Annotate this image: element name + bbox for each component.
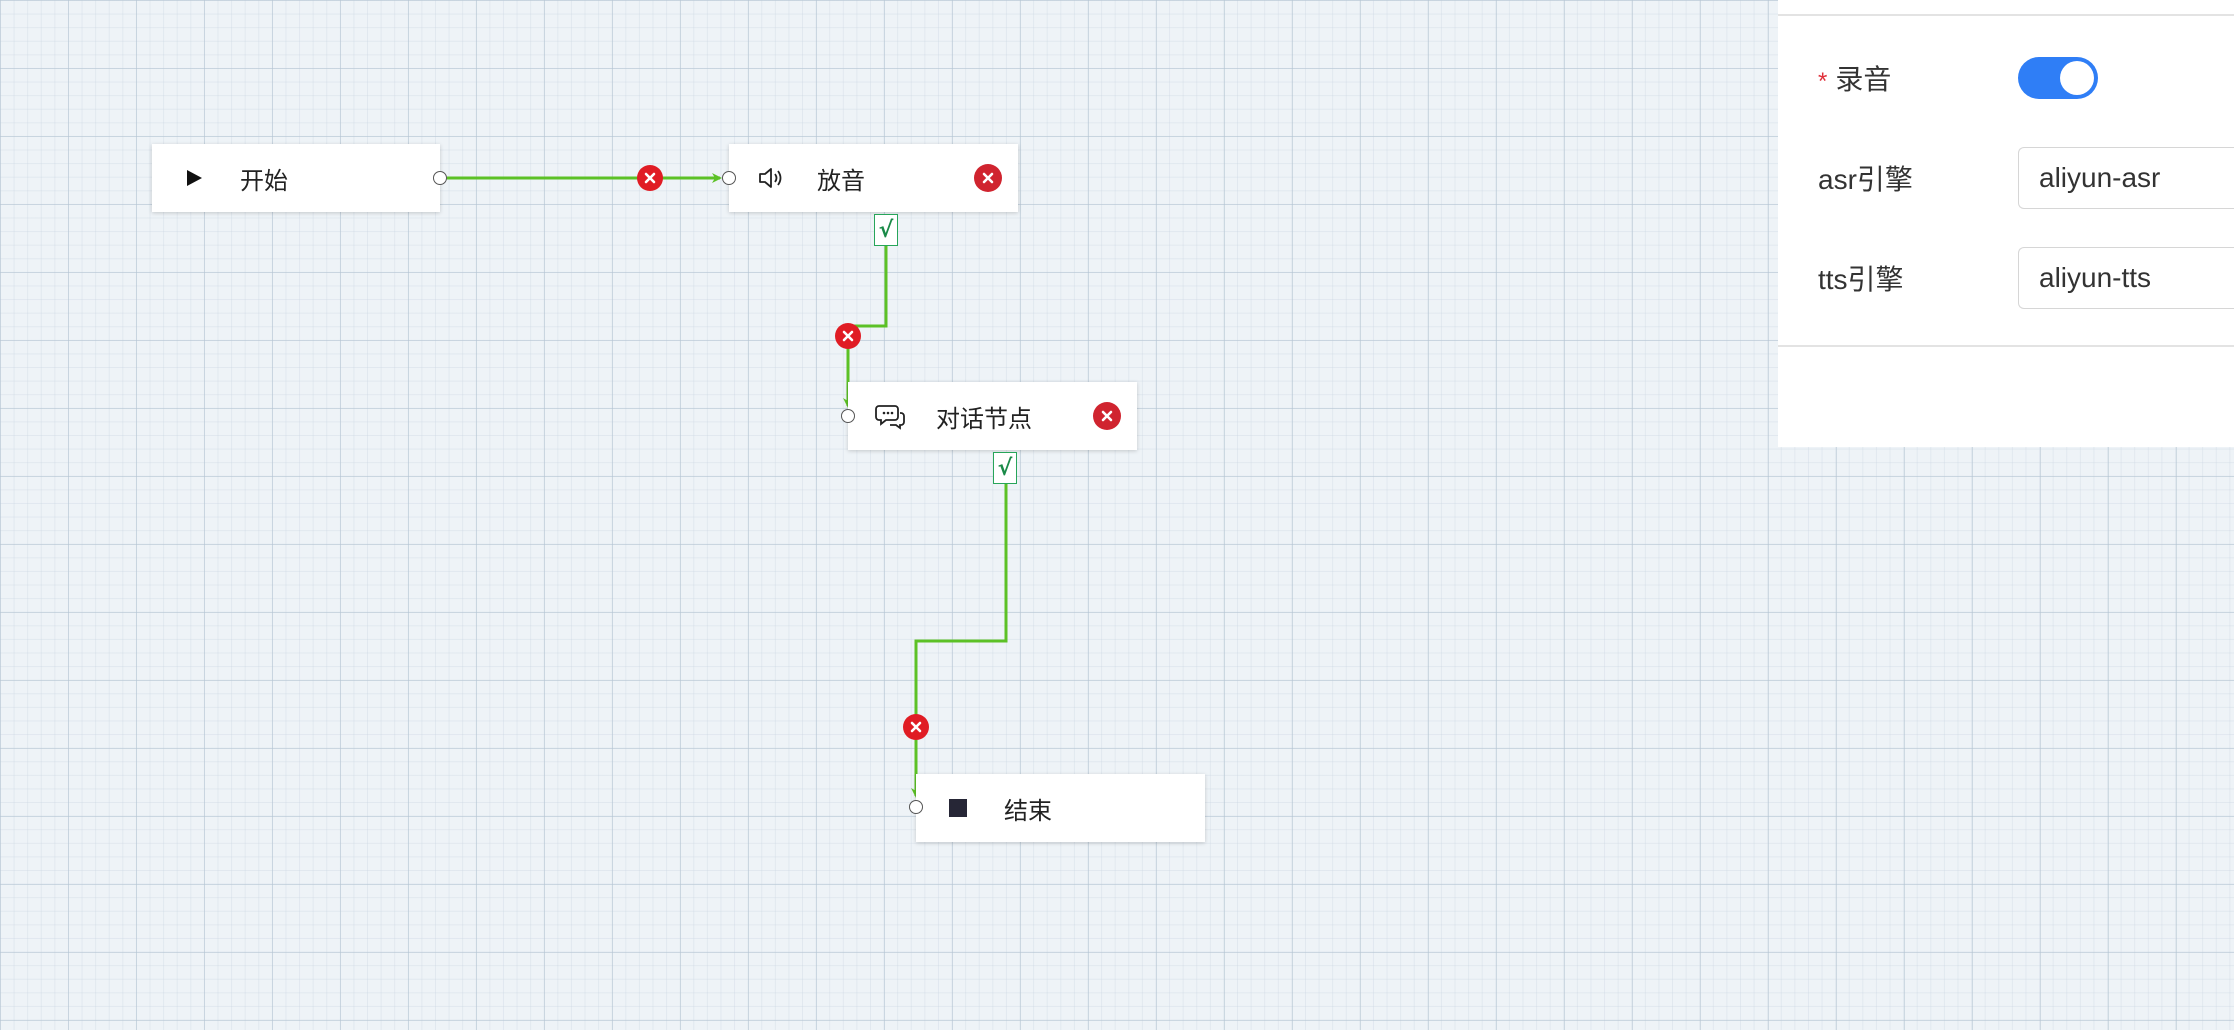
node-start[interactable]: 开始 [152, 144, 440, 212]
node-start-label: 开始 [240, 167, 288, 195]
record-toggle[interactable] [2018, 57, 2098, 99]
close-icon [644, 172, 656, 184]
node-play-audio[interactable]: 放音 [729, 144, 1018, 212]
node-end[interactable]: 结束 [916, 774, 1205, 842]
edge-play-to-dialog-delete-button[interactable] [835, 323, 861, 349]
port-dialog-in[interactable] [841, 409, 855, 423]
required-mark: * [1818, 68, 1828, 95]
panel-bottom-divider [1778, 345, 2234, 347]
node-play-audio-delete-button[interactable] [974, 164, 1002, 192]
record-label: * 录音 [1818, 58, 2018, 98]
toggle-knob [2060, 61, 2094, 95]
stop-square-icon [936, 786, 980, 830]
record-label-text: 录音 [1835, 64, 1892, 95]
edge-start-to-play-delete-button[interactable] [637, 165, 663, 191]
node-dialog[interactable]: 对话节点 [848, 382, 1137, 450]
node-end-label: 结束 [1004, 797, 1052, 825]
port-end-in[interactable] [909, 800, 923, 814]
tts-engine-input[interactable]: aliyun-tts [2018, 247, 2234, 309]
port-dialog-out-check[interactable]: √ [993, 452, 1017, 484]
tts-label: tts引擎 [1818, 264, 1904, 295]
form-row-tts: tts引擎 aliyun-tts [1818, 246, 2234, 310]
close-icon [842, 330, 854, 342]
properties-panel: * 录音 asr引擎 aliyun-asr tts引擎 aliyun-tts [1778, 0, 2234, 447]
play-icon [172, 156, 216, 200]
node-dialog-label: 对话节点 [936, 405, 1032, 433]
node-dialog-delete-button[interactable] [1093, 402, 1121, 430]
port-play-audio-in[interactable] [722, 171, 736, 185]
node-play-audio-label: 放音 [817, 167, 865, 195]
form-row-record: * 录音 [1818, 46, 2098, 110]
speaker-icon [749, 156, 793, 200]
close-icon [982, 172, 994, 184]
edge-dialog-to-end-delete-button[interactable] [903, 714, 929, 740]
asr-engine-input[interactable]: aliyun-asr [2018, 147, 2234, 209]
panel-top-divider [1778, 14, 2234, 16]
port-play-audio-out-check[interactable]: √ [874, 214, 898, 246]
edge-dialog-to-end[interactable] [911, 484, 1008, 798]
chat-bubbles-icon [868, 394, 912, 438]
close-icon [1101, 410, 1113, 422]
close-icon [910, 721, 922, 733]
form-row-asr: asr引擎 aliyun-asr [1818, 146, 2234, 210]
asr-label: asr引擎 [1818, 164, 1913, 195]
port-start-out[interactable] [433, 171, 447, 185]
